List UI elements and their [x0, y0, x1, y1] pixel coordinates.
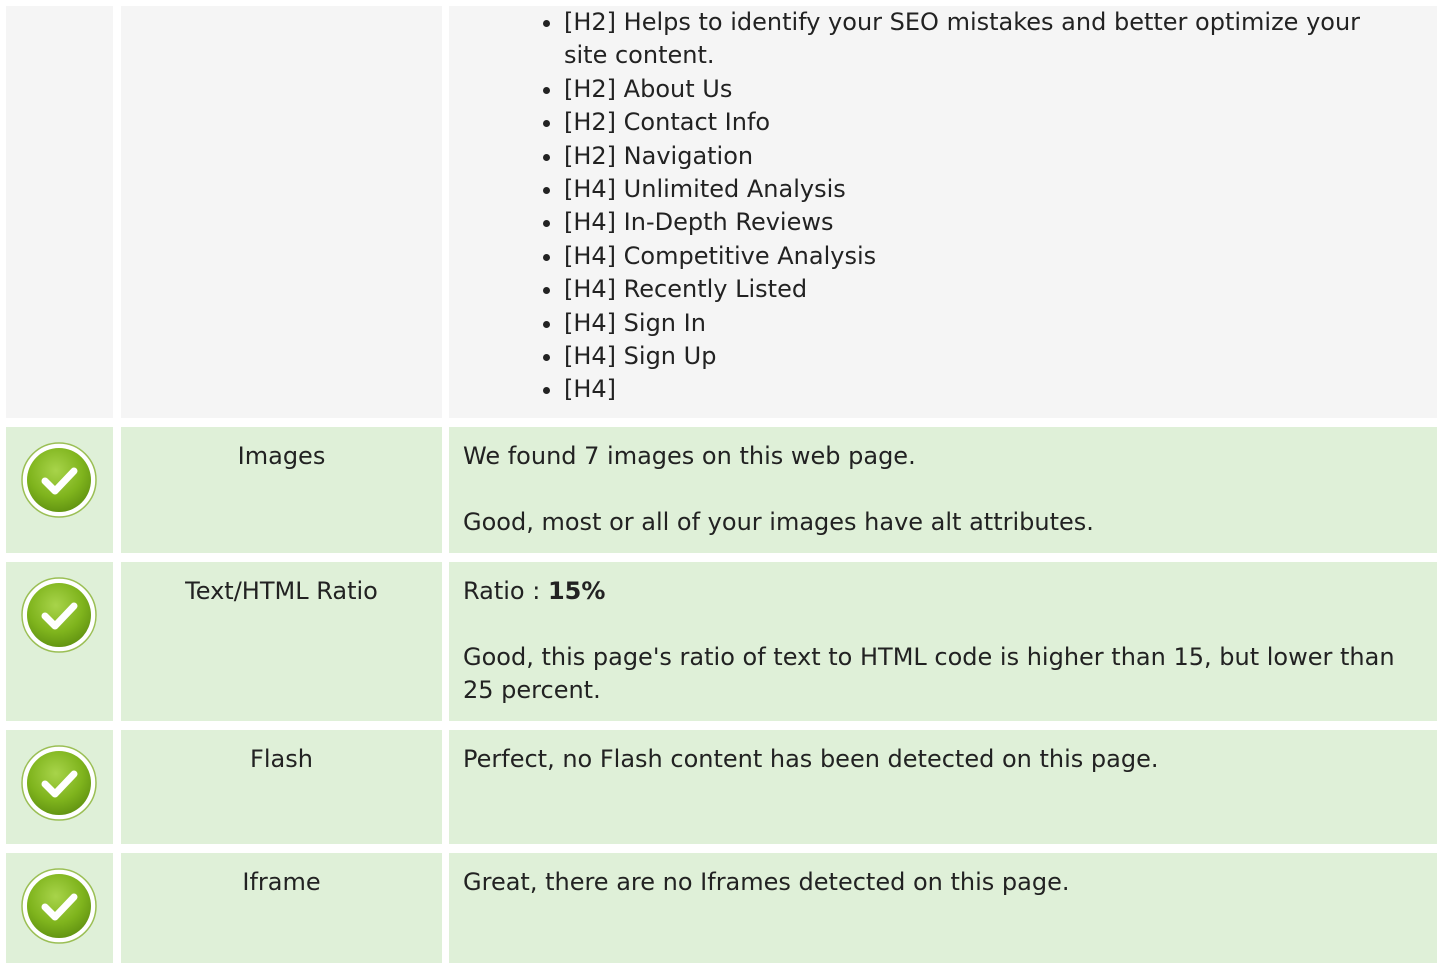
flash-name-cell: Flash — [121, 730, 442, 844]
list-item: [H2] About Us — [564, 73, 1397, 106]
seo-report: [H2] Helps to identify your SEO mistakes… — [0, 0, 1443, 963]
headings-row: [H2] Helps to identify your SEO mistakes… — [0, 6, 1443, 418]
flash-body-cell: Perfect, no Flash content has been detec… — [449, 730, 1437, 844]
ratio-body-cell: Ratio : 15% Good, this page's ratio of t… — [449, 562, 1437, 721]
check-circle-icon — [20, 744, 98, 822]
list-item: [H4] Sign Up — [564, 340, 1397, 373]
ratio-row: Text/HTML Ratio Ratio : 15% Good, this p… — [0, 562, 1443, 721]
list-item: [H2] Contact Info — [564, 106, 1397, 139]
flash-status-cell — [6, 730, 113, 844]
images-status-cell — [6, 427, 113, 553]
headings-status-cell — [6, 6, 113, 418]
images-body-cell: We found 7 images on this web page. Good… — [449, 427, 1437, 553]
list-item: [H2] Helps to identify your SEO mistakes… — [564, 6, 1397, 73]
images-name-cell: Images — [121, 427, 442, 553]
list-item: [H4] Recently Listed — [564, 273, 1397, 306]
row-title: Flash — [250, 745, 313, 773]
images-row: Images We found 7 images on this web pag… — [0, 427, 1443, 553]
ratio-name-cell: Text/HTML Ratio — [121, 562, 442, 721]
row-title: Images — [237, 442, 326, 470]
ratio-value: 15% — [547, 577, 606, 605]
headings-list: [H2] Helps to identify your SEO mistakes… — [449, 6, 1397, 407]
headings-name-cell — [121, 6, 442, 418]
row-title: Text/HTML Ratio — [185, 577, 378, 605]
check-circle-icon — [20, 867, 98, 945]
iframe-description: Great, there are no Iframes detected on … — [463, 868, 1070, 896]
flash-description: Perfect, no Flash content has been detec… — [463, 745, 1159, 773]
iframe-body-cell: Great, there are no Iframes detected on … — [449, 853, 1437, 963]
list-item: [H2] Navigation — [564, 140, 1397, 173]
flash-row: Flash Perfect, no Flash content has been… — [0, 730, 1443, 844]
ratio-description: Good, this page's ratio of text to HTML … — [463, 643, 1395, 704]
ratio-line: Ratio : 15% — [463, 575, 1397, 608]
headings-body-cell: [H2] Helps to identify your SEO mistakes… — [449, 6, 1437, 418]
list-item: [H4] Unlimited Analysis — [564, 173, 1397, 206]
ratio-label: Ratio : — [463, 577, 548, 605]
row-title: Iframe — [242, 868, 321, 896]
check-circle-icon — [20, 576, 98, 654]
list-item: [H4] Sign In — [564, 307, 1397, 340]
ratio-status-cell — [6, 562, 113, 721]
images-count-text: We found 7 images on this web page. — [463, 442, 916, 470]
list-item: [H4] Competitive Analysis — [564, 240, 1397, 273]
check-circle-icon — [20, 441, 98, 519]
list-item: [H4] In-Depth Reviews — [564, 206, 1397, 239]
iframe-name-cell: Iframe — [121, 853, 442, 963]
iframe-status-cell — [6, 853, 113, 963]
list-item: [H4] — [564, 373, 1397, 406]
iframe-row: Iframe Great, there are no Iframes detec… — [0, 853, 1443, 963]
images-alt-text: Good, most or all of your images have al… — [463, 508, 1094, 536]
